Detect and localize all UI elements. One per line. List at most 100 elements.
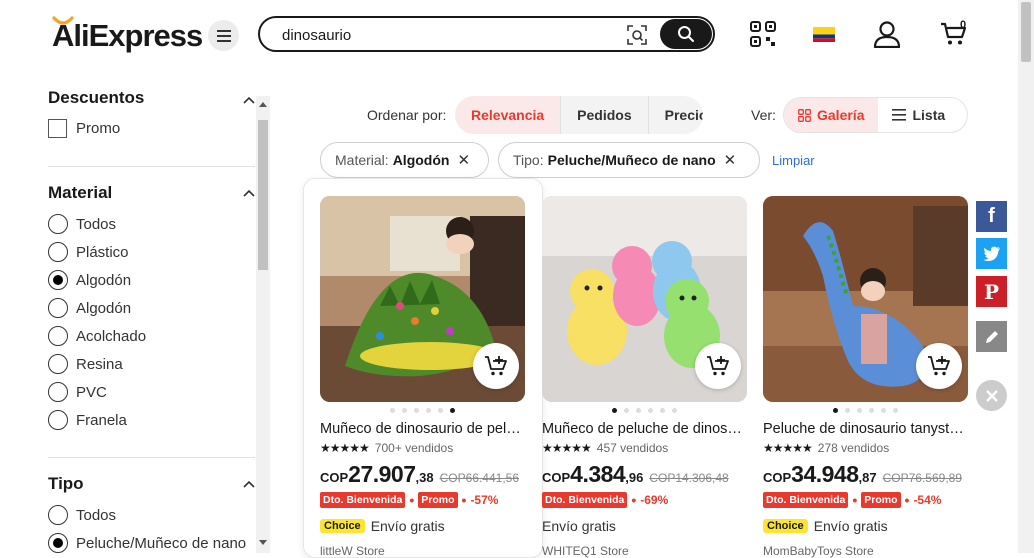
clear-filters-link[interactable]: Limpiar (772, 153, 815, 168)
filter-section-descuentos: Descuentos (48, 88, 255, 108)
add-to-cart-button[interactable] (916, 343, 962, 389)
product-image[interactable] (320, 196, 525, 402)
image-carousel-dots[interactable] (542, 408, 747, 414)
logo-smile-icon (52, 16, 74, 25)
radio-button-checked[interactable] (48, 270, 68, 290)
store-name[interactable]: WHITEQ1 Store (542, 544, 747, 558)
sidebar-divider (48, 166, 255, 167)
store-name[interactable]: MomBabyToys Store (763, 544, 968, 558)
product-image[interactable] (542, 196, 747, 402)
material-option[interactable]: Algodón (48, 298, 131, 318)
filter-option-promo[interactable]: Promo (48, 119, 120, 138)
product-price: COP4.384,96 COP14.306,48 (542, 461, 729, 487)
filter-section-material-header[interactable]: Material (48, 183, 255, 203)
radio-button[interactable] (48, 298, 68, 318)
sort-precio-button[interactable]: Precio (649, 96, 703, 134)
close-icon[interactable]: ✕ (724, 151, 737, 169)
radio-button[interactable] (48, 505, 68, 525)
cart-plus-icon (485, 356, 507, 376)
material-option[interactable]: Franela (48, 410, 127, 430)
aliexpress-logo[interactable]: AliExpress (52, 18, 203, 54)
product-price: COP34.948,87 COP76.569,89 (763, 461, 962, 487)
scroll-down-arrow-icon[interactable] (259, 540, 267, 545)
filter-chip-tipo[interactable]: Tipo: Peluche/Muñeco de nano ✕ (498, 142, 760, 178)
product-card[interactable]: Muñeco de peluche de dinosaurio ★★★★★ 457… (542, 196, 747, 558)
tipo-option-selected[interactable]: Peluche/Muñeco de nano (48, 533, 246, 553)
shipping-info: Choice Envío gratis (763, 518, 968, 534)
facebook-share-icon[interactable]: f (976, 201, 1007, 232)
material-option-selected[interactable]: Algodón (48, 270, 131, 290)
pinterest-share-icon[interactable]: P (976, 276, 1007, 307)
product-title[interactable]: Muñeco de dinosaurio de peluche (320, 421, 525, 437)
grid-icon (798, 108, 811, 122)
material-option[interactable]: Todos (48, 214, 116, 234)
radio-button-checked[interactable] (48, 533, 68, 553)
search-icon (678, 26, 694, 42)
filter-chip-material[interactable]: Material: Algodón ✕ (320, 142, 489, 178)
product-badges: Dto. Bienvenida • Promo • -57% (320, 492, 525, 508)
radio-button[interactable] (48, 214, 68, 234)
qr-code-icon[interactable] (750, 21, 776, 47)
menu-button[interactable] (208, 20, 239, 51)
radio-button[interactable] (48, 242, 68, 262)
add-to-cart-button[interactable] (473, 343, 519, 389)
twitter-share-icon[interactable] (976, 238, 1007, 269)
search-button[interactable] (660, 19, 712, 49)
material-option[interactable]: Resina (48, 354, 123, 374)
product-title[interactable]: Muñeco de peluche de dinosaurio (542, 421, 747, 437)
rating-stars-icon: ★★★★★ (320, 441, 370, 455)
radio-button[interactable] (48, 382, 68, 402)
user-account-icon[interactable] (873, 20, 901, 48)
material-option[interactable]: Acolchado (48, 326, 146, 346)
view-gallery-button[interactable]: Galería (784, 98, 879, 132)
radio-button[interactable] (48, 410, 68, 430)
twitter-bird-icon (982, 246, 1000, 261)
cart-plus-icon (928, 356, 950, 376)
tipo-option[interactable]: Todos (48, 505, 116, 525)
sort-relevancia-button[interactable]: Relevancia (455, 96, 562, 134)
sort-label: Ordenar por: (367, 107, 447, 123)
add-to-cart-button[interactable] (695, 343, 741, 389)
image-search-icon[interactable] (627, 25, 647, 45)
cart-count-badge: 0 (960, 19, 967, 31)
radio-button[interactable] (48, 326, 68, 346)
search-input[interactable] (282, 25, 612, 45)
shipping-info: Envío gratis (542, 518, 616, 534)
edit-icon[interactable] (976, 321, 1007, 352)
promo-checkbox[interactable] (48, 119, 67, 138)
material-option[interactable]: PVC (48, 382, 107, 402)
colombia-flag-icon[interactable] (813, 27, 835, 42)
scroll-thumb[interactable] (258, 120, 268, 270)
chevron-up-icon[interactable] (243, 480, 255, 488)
product-title[interactable]: Peluche de dinosaurio tanystropheus (763, 421, 968, 437)
search-bar (258, 16, 715, 52)
sort-pedidos-button[interactable]: Pedidos (561, 96, 649, 134)
chevron-up-icon[interactable] (243, 96, 255, 104)
scroll-up-arrow-icon[interactable] (259, 102, 267, 107)
product-card[interactable]: Peluche de dinosaurio tanystropheus ★★★★… (763, 196, 968, 558)
product-rating: ★★★★★ 457 vendidos (542, 441, 669, 455)
view-list-button[interactable]: Lista (878, 98, 959, 132)
image-carousel-dots[interactable] (320, 408, 525, 414)
product-badges: Dto. Bienvenida • Promo • -54% (763, 492, 968, 508)
image-carousel-dots[interactable] (763, 408, 968, 414)
filter-section-tipo-header[interactable]: Tipo (48, 474, 255, 494)
close-share-button[interactable] (976, 380, 1007, 411)
close-icon[interactable]: ✕ (457, 151, 470, 169)
product-rating: ★★★★★ 700+ vendidos (320, 441, 454, 455)
rating-stars-icon: ★★★★★ (542, 441, 592, 455)
product-price: COP27.907,38 COP66.441,56 (320, 461, 519, 487)
material-option[interactable]: Plástico (48, 242, 129, 262)
page-scrollbar[interactable] (1018, 0, 1034, 553)
product-badges: Dto. Bienvenida • -69% (542, 492, 747, 508)
product-rating: ★★★★★ 278 vendidos (763, 441, 890, 455)
sidebar-scrollbar[interactable] (256, 96, 270, 553)
store-name[interactable]: littleW Store (320, 544, 525, 558)
product-card[interactable]: Muñeco de dinosaurio de peluche ★★★★★ 700… (320, 196, 525, 558)
chevron-up-icon[interactable] (243, 189, 255, 197)
section-title-material: Material (48, 183, 113, 202)
product-image[interactable] (763, 196, 968, 402)
pencil-icon (985, 330, 998, 343)
radio-button[interactable] (48, 354, 68, 374)
view-label: Ver: (751, 107, 776, 123)
